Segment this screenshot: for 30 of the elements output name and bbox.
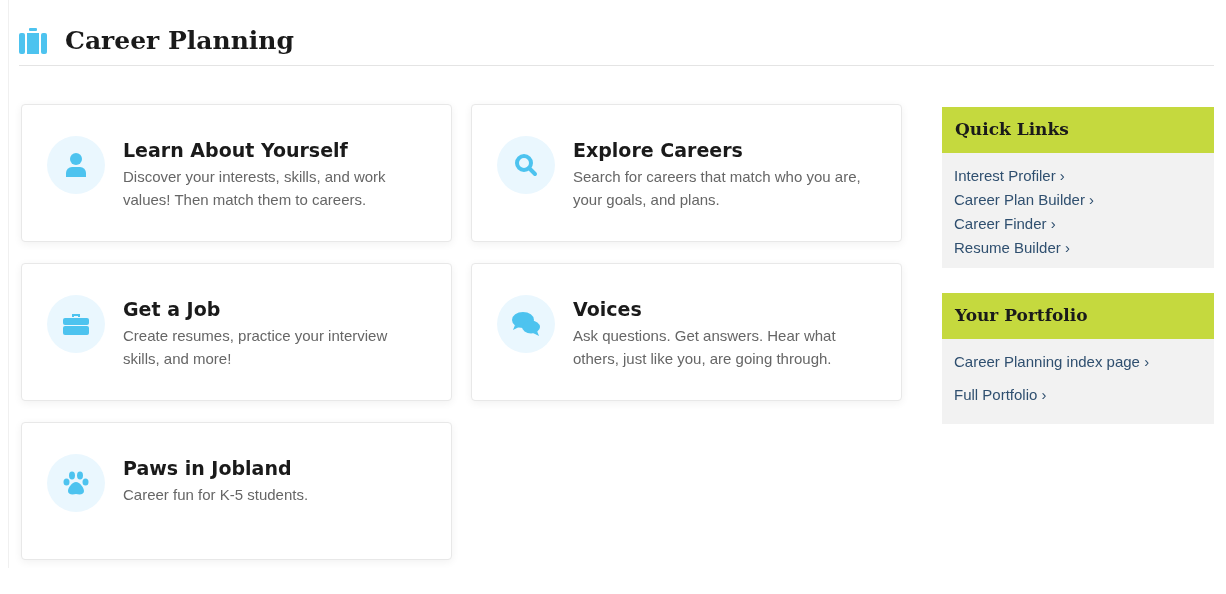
card-title: Paws in Jobland	[123, 457, 293, 479]
chat-icon	[512, 312, 540, 336]
paw-icon	[63, 471, 89, 495]
sidebar-link[interactable]: Interest Profiler ›	[954, 167, 1202, 184]
card[interactable]: Explore Careers Search for careers that match who you are, your goals, and plans.	[471, 104, 902, 242]
card-title: Explore Careers	[573, 139, 744, 161]
card-description: Discover your interests, skills, and work values! Then match them to careers.	[123, 167, 387, 210]
page-title: Career Planning	[65, 26, 294, 55]
person-icon	[65, 153, 87, 177]
card-description: Ask questions. Get answers. Hear what others, just like you, are going through.	[573, 326, 837, 369]
panel-heading: Your Portfolio	[942, 293, 1214, 339]
search-icon	[514, 153, 538, 177]
card[interactable]: Learn About Yourself Discover your interests, skills, and work values! Then match them to careers.	[21, 104, 452, 242]
card[interactable]: Voices Ask questions. Get answers. Hear what others, just like you, are going through.	[471, 263, 902, 401]
card[interactable]: Get a Job Create resumes, practice your interview skills, and more!	[21, 263, 452, 401]
sidebar-link[interactable]: Resume Builder ›	[954, 239, 1202, 256]
panel-heading: Quick Links	[942, 107, 1214, 153]
card-description: Search for careers that match who you are, your goals, and plans.	[573, 167, 862, 210]
card-title: Get a Job	[123, 298, 222, 320]
card-title: Voices	[573, 298, 643, 320]
sidebar-link[interactable]: Career Finder ›	[954, 215, 1202, 232]
briefcase-icon	[63, 313, 89, 335]
card[interactable]: Paws in Jobland Career fun for K-5 students.	[21, 422, 452, 560]
sidebar-link[interactable]: Career Plan Builder ›	[954, 191, 1202, 208]
suitcase-icon	[19, 27, 47, 54]
sidebar-link[interactable]: Full Portfolio ›	[954, 386, 1202, 403]
card-description: Create resumes, practice your interview skills, and more!	[123, 326, 389, 369]
card-title: Learn About Yourself	[123, 139, 349, 161]
card-description: Career fun for K-5 students.	[123, 485, 309, 505]
sidebar-link[interactable]: Career Planning index page ›	[954, 353, 1202, 370]
